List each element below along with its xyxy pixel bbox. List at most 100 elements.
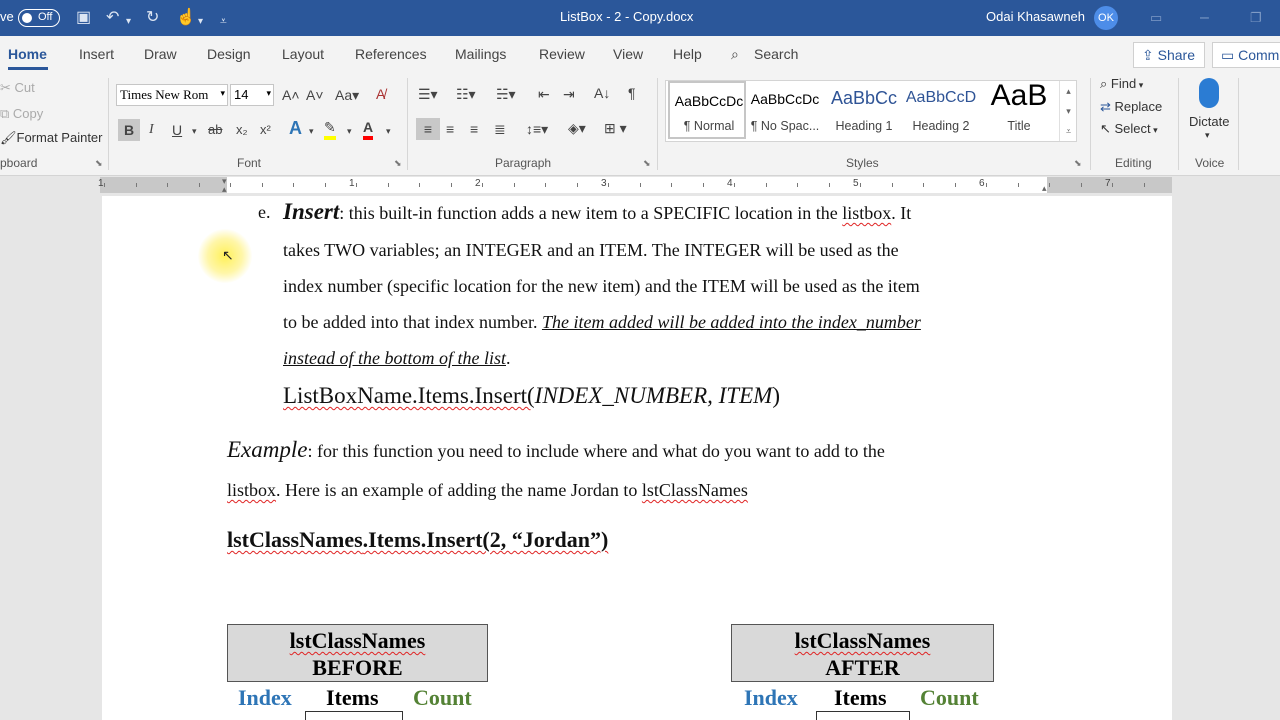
tab-help[interactable]: Help <box>673 46 702 62</box>
strikethrough-button[interactable]: ab <box>208 121 222 139</box>
touch-dropdown-icon[interactable]: ▾ <box>198 12 203 32</box>
change-case-button[interactable]: Aa▾ <box>335 86 359 104</box>
syntax-line[interactable]: ListBoxName.Items.Insert(INDEX_NUMBER, I… <box>283 383 780 409</box>
format-painter-button[interactable]: 🖌Format Painter <box>0 130 103 146</box>
bullets-icon[interactable]: ☰▾ <box>418 85 438 103</box>
shrink-font-icon[interactable]: A˅ <box>306 86 324 104</box>
tab-layout[interactable]: Layout <box>282 46 324 62</box>
multilevel-list-icon[interactable]: ☵▾ <box>496 85 516 103</box>
copy-button[interactable]: ⧉ Copy <box>0 106 43 122</box>
chevron-up-icon[interactable]: ▴ <box>1066 86 1071 96</box>
user-name[interactable]: Odai Khasawneh <box>986 9 1085 24</box>
clipboard-launcher-icon[interactable]: ⬊ <box>95 158 103 169</box>
line-spacing-icon[interactable]: ↕≡▾ <box>526 120 548 138</box>
search-icon[interactable]: ⌕ <box>731 46 739 63</box>
align-right-icon[interactable]: ≡ <box>470 120 478 138</box>
autosave-toggle[interactable]: Off <box>18 9 60 27</box>
cut-button[interactable]: ✂ Cut <box>0 80 35 96</box>
find-button[interactable]: ⌕ Find ▾ <box>1100 76 1143 92</box>
chevron-down-icon[interactable]: ▾ <box>1066 106 1071 116</box>
doc-line-3[interactable]: index number (specific location for the … <box>283 276 920 297</box>
highlight-dropdown-icon[interactable]: ▾ <box>347 122 352 140</box>
styles-scroll[interactable]: ▴ ▾ ⩡ <box>1059 81 1077 141</box>
ruler-tick <box>1017 183 1019 187</box>
style-heading-1[interactable]: AaBbCc Heading 1 <box>825 81 903 141</box>
numbering-icon[interactable]: ☷▾ <box>456 85 476 103</box>
font-size-combo[interactable]: 14 ▾ <box>230 84 274 106</box>
horizontal-ruler[interactable]: 1 1 2 3 4 5 6 7 ▾ ▴ ▴ <box>98 177 1172 194</box>
text-effects-dropdown-icon[interactable]: ▾ <box>309 122 314 140</box>
styles-launcher-icon[interactable]: ⬊ <box>1074 158 1082 169</box>
italic-button[interactable]: I <box>149 121 154 139</box>
tab-home[interactable]: Home <box>8 46 47 62</box>
avatar[interactable]: OK <box>1094 6 1118 30</box>
clear-formatting-icon[interactable]: A̸ <box>376 85 385 103</box>
sort-icon[interactable]: A↓ <box>594 84 610 102</box>
align-left-icon[interactable]: ≡ <box>416 118 440 140</box>
search-box[interactable]: Search <box>754 46 798 62</box>
style-no-spacing[interactable]: AaBbCcDc ¶ No Spac... <box>746 81 824 141</box>
font-launcher-icon[interactable]: ⬊ <box>394 158 402 169</box>
replace-button[interactable]: ⇄ Replace <box>1100 99 1162 115</box>
style-title[interactable]: AaB Title <box>980 79 1058 141</box>
share-button[interactable]: ⇪ Share <box>1133 42 1205 68</box>
align-center-icon[interactable]: ≡ <box>446 120 454 138</box>
select-button[interactable]: ↖ Select ▾ <box>1100 121 1158 137</box>
text-effects-icon[interactable]: A <box>289 119 302 137</box>
doc-line-5[interactable]: instead of the bottom of the list. <box>283 348 511 369</box>
redo-icon[interactable]: ↻ <box>146 8 159 28</box>
increase-indent-icon[interactable]: ⇥ <box>563 85 575 103</box>
doc-line-2[interactable]: takes TWO variables; an INTEGER and an I… <box>283 240 899 261</box>
highlight-icon[interactable]: ✎ <box>324 118 336 140</box>
tab-mailings[interactable]: Mailings <box>455 46 506 62</box>
doc-line-1[interactable]: Insert: this built-in function adds a ne… <box>283 199 911 225</box>
tab-design[interactable]: Design <box>207 46 251 62</box>
example-line-2[interactable]: listbox. Here is an example of adding th… <box>227 480 748 501</box>
subscript-button[interactable]: x₂ <box>236 121 248 139</box>
dictate-dropdown-icon[interactable]: ▾ <box>1205 130 1210 141</box>
microphone-icon[interactable] <box>1199 78 1219 108</box>
doc-line-4[interactable]: to be added into that index number. The … <box>283 312 921 333</box>
column-header-count: Count <box>413 685 472 710</box>
more-styles-icon[interactable]: ⩡ <box>1066 126 1071 136</box>
superscript-button[interactable]: x² <box>260 121 271 139</box>
ribbon-display-icon[interactable]: ▭ <box>1150 8 1162 28</box>
table-before-header[interactable]: lstClassNames BEFORE <box>227 624 488 682</box>
grow-font-icon[interactable]: A˄ <box>282 86 300 104</box>
font-color-dropdown-icon[interactable]: ▾ <box>386 122 391 140</box>
undo-icon[interactable]: ↶ <box>106 8 119 28</box>
restore-icon[interactable]: ❐ <box>1250 8 1262 28</box>
borders-icon[interactable]: ⊞ ▾ <box>604 119 627 137</box>
emphasis-text: The item added will be added into the in… <box>541 312 921 332</box>
comments-button[interactable]: ▭ Comm <box>1212 42 1280 68</box>
tab-insert[interactable]: Insert <box>79 46 114 62</box>
ribbon-home: ✂ Cut ⧉ Copy 🖌Format Painter pboard ⬊ Ti… <box>0 72 1280 176</box>
example-line-1[interactable]: Example: for this function you need to i… <box>227 437 885 463</box>
show-formatting-icon[interactable]: ¶ <box>628 84 636 102</box>
paragraph-launcher-icon[interactable]: ⬊ <box>643 158 651 169</box>
customize-qat-icon[interactable]: ⩡ <box>220 11 227 31</box>
tab-references[interactable]: References <box>355 46 427 62</box>
underline-button[interactable]: U <box>172 121 182 139</box>
font-name-combo[interactable]: Times New Rom ▾ <box>116 84 228 106</box>
mouse-pointer-icon: ↖ <box>222 247 234 263</box>
tab-draw[interactable]: Draw <box>144 46 177 62</box>
tab-review[interactable]: Review <box>539 46 585 62</box>
table-after-header[interactable]: lstClassNames AFTER <box>731 624 994 682</box>
decrease-indent-icon[interactable]: ⇤ <box>538 85 550 103</box>
underline-dropdown-icon[interactable]: ▾ <box>192 122 197 140</box>
code-example[interactable]: lstClassNames.Items.Insert(2, “Jordan”) <box>227 527 608 553</box>
justify-icon[interactable]: ≣ <box>494 120 506 138</box>
undo-dropdown-icon[interactable]: ▾ <box>126 12 131 32</box>
save-icon[interactable]: ▣ <box>76 8 91 28</box>
minimize-icon[interactable]: – <box>1200 8 1209 28</box>
shading-icon[interactable]: ◈▾ <box>568 119 586 137</box>
style-normal[interactable]: AaBbCcDc ¶ Normal <box>668 81 746 139</box>
bold-button[interactable]: B <box>118 119 140 141</box>
tab-view[interactable]: View <box>613 46 643 62</box>
font-color-icon[interactable]: A <box>363 118 374 140</box>
touch-mode-icon[interactable]: ☝ <box>176 8 196 28</box>
right-indent-marker-icon[interactable]: ▴ <box>1042 183 1047 194</box>
style-heading-2[interactable]: AaBbCcD Heading 2 <box>902 81 980 141</box>
dictate-button[interactable]: Dictate <box>1189 114 1229 129</box>
